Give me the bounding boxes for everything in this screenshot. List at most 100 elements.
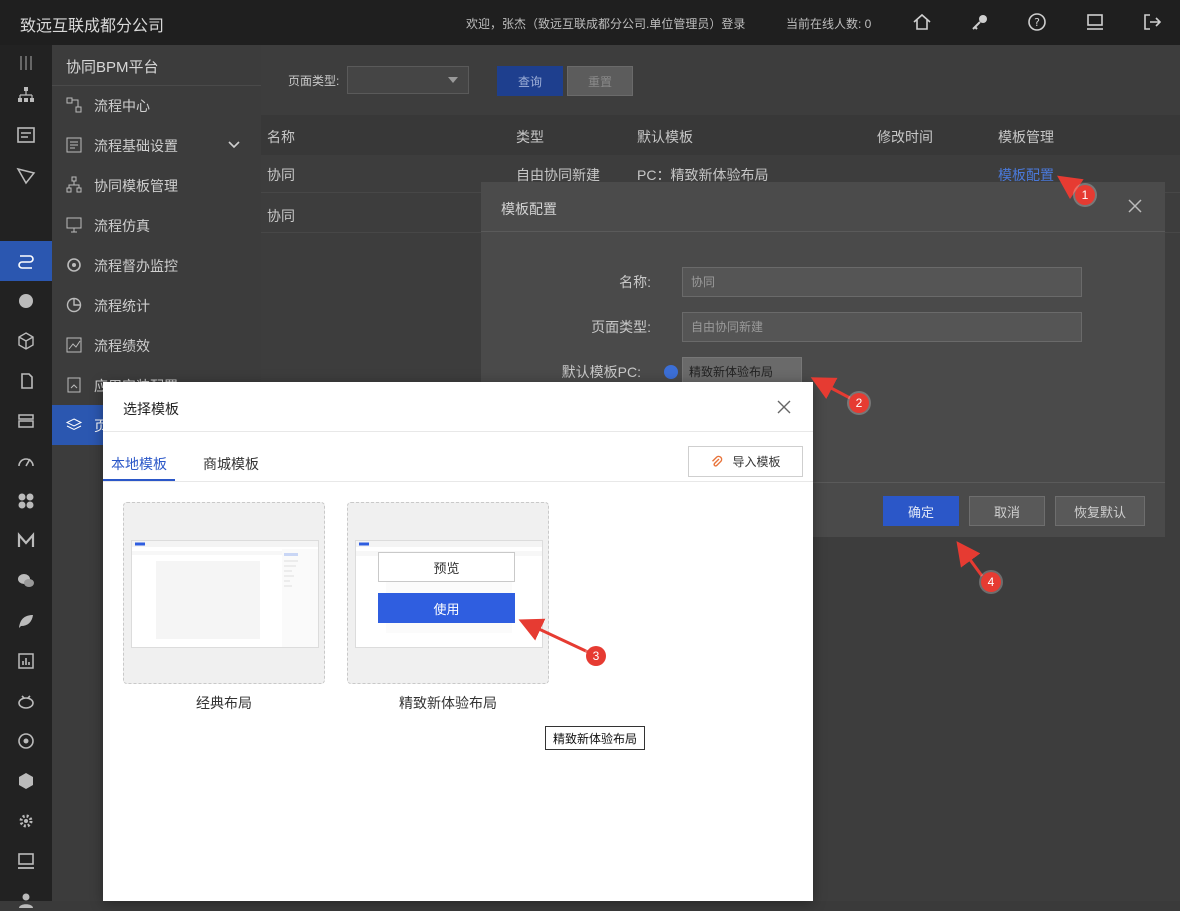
template-thumbnail [131,540,319,648]
close-icon[interactable] [1126,197,1144,215]
divider [103,481,813,482]
cell-name: 协同 [267,208,295,224]
company-name: 致远互联成都分公司 [20,18,165,35]
copy-icon[interactable] [16,371,36,391]
reset-button[interactable]: 重置 [567,66,633,96]
pie-chart-icon [66,297,82,313]
sidebar-item-label: 流程统计 [94,298,150,314]
package-icon[interactable] [16,771,36,791]
home-icon[interactable] [911,11,933,33]
default-template-pc-label: 默认模板PC: [561,364,641,380]
mail-m-icon[interactable] [16,531,36,551]
dialog-title: 模板配置 [501,201,557,217]
flow-chart-icon [66,97,82,113]
settings-hex-icon[interactable] [16,731,36,751]
welcome-text: 欢迎，张杰（致远互联成都分公司.单位管理员）登录 [466,17,746,31]
form-icon[interactable] [16,125,36,145]
monitor-icon [66,217,82,233]
select-template-dialog: 选择模板 本地模板 商城模板 导入模板 经典布局 预览 使用 精致新体验布局 精… [103,382,813,901]
name-label: 名称: [619,274,651,290]
page-type-select[interactable] [347,66,469,94]
page-type-filter-label: 页面类型: [288,74,340,88]
database-icon[interactable] [16,411,36,431]
callout-badge-1: 1 [1075,185,1095,205]
caret-down-icon [448,77,458,83]
computer-icon[interactable] [16,851,36,871]
report-icon[interactable] [16,651,36,671]
column-header: 模板管理 [998,129,1054,145]
sidebar-item-label: 流程督办监控 [94,258,178,274]
key-icon[interactable] [969,11,991,33]
gear-icon[interactable] [16,811,36,831]
name-field[interactable]: 协同 [682,267,1082,297]
sidebar-item-label: 协同模板管理 [94,178,178,194]
performance-chart-icon [66,337,82,353]
gauge-icon[interactable] [16,451,36,471]
fan-icon[interactable] [16,491,36,511]
page-type-field[interactable]: 自由协同新建 [682,312,1082,342]
grid-icon[interactable] [16,53,36,73]
query-button[interactable]: 查询 [497,66,563,96]
sidebar-item-template-management[interactable]: 协同模板管理 [52,165,261,205]
template-card-label: 精致新体验布局 [399,695,497,711]
sidebar-item-process-center[interactable]: 流程中心 [52,85,261,125]
dialog-header: 模板配置 [481,182,1165,232]
restore-default-button[interactable]: 恢复默认 [1055,496,1145,526]
sidebar-item-label: 流程中心 [94,98,150,114]
callout-badge-2: 2 [849,393,869,413]
paperclip-icon [712,455,723,467]
sidebar-item-supervision-monitor[interactable]: 流程督办监控 [52,245,261,285]
cube-badge-icon[interactable] [16,291,36,311]
callout-badge-3: 3 [586,646,606,666]
user-icon[interactable] [16,891,36,911]
close-icon[interactable] [775,398,793,416]
online-count: 当前在线人数: 0 [786,17,872,31]
cell-name: 协同 [267,167,295,183]
sidebar-item-process-statistics[interactable]: 流程统计 [52,285,261,325]
page-type-label: 页面类型: [591,319,651,335]
svg-text:?: ? [1034,16,1040,29]
top-bar: 致远互联成都分公司 欢迎，张杰（致远互联成都分公司.单位管理员）登录 当前在线人… [0,0,1180,45]
logout-icon[interactable] [1141,11,1163,33]
config-doc-icon [67,377,81,393]
monitor-icon[interactable] [1084,11,1106,33]
chevron-down-icon [228,141,240,149]
box-icon[interactable] [16,331,36,351]
cancel-button[interactable]: 取消 [969,496,1045,526]
send-icon[interactable] [16,165,36,185]
sidebar-item-label: 流程绩效 [94,338,150,354]
classic-layout-preview [132,541,318,647]
use-button[interactable]: 使用 [378,593,515,623]
template-card-refined[interactable]: 预览 使用 [347,502,549,684]
column-header: 类型 [516,129,544,145]
chat-icon[interactable] [16,571,36,591]
icon-rail [0,45,52,908]
dialog-title: 选择模板 [123,401,179,417]
column-header: 默认模板 [637,129,693,145]
workflow-icon[interactable] [16,251,36,271]
target-icon [67,258,81,272]
import-template-label: 导入模板 [732,455,781,469]
preview-button[interactable]: 预览 [378,552,515,582]
layers-icon [65,418,83,431]
tab-local-templates[interactable]: 本地模板 [111,454,167,474]
help-icon[interactable]: ? [1026,11,1048,33]
import-template-button[interactable]: 导入模板 [688,446,803,477]
template-card-classic[interactable] [123,502,325,684]
sidebar-item-label: 流程基础设置 [94,138,178,154]
sidebar-item-process-simulation[interactable]: 流程仿真 [52,205,261,245]
org-chart-icon[interactable] [16,85,36,105]
leaf-icon[interactable] [16,611,36,631]
divider [103,431,813,432]
info-icon[interactable] [664,365,678,379]
sidebar-title: 协同BPM平台 [66,59,159,76]
tab-mall-templates[interactable]: 商城模板 [203,454,259,474]
column-header: 名称 [267,129,295,145]
callout-badge-4: 4 [981,572,1001,592]
confirm-button[interactable]: 确定 [883,496,959,526]
robot-icon[interactable] [16,691,36,711]
sidebar-item-process-performance[interactable]: 流程绩效 [52,325,261,365]
sidebar-item-process-basic-settings[interactable]: 流程基础设置 [52,125,261,165]
template-name-tooltip: 精致新体验布局 [545,726,645,750]
template-card-label: 经典布局 [196,695,252,711]
